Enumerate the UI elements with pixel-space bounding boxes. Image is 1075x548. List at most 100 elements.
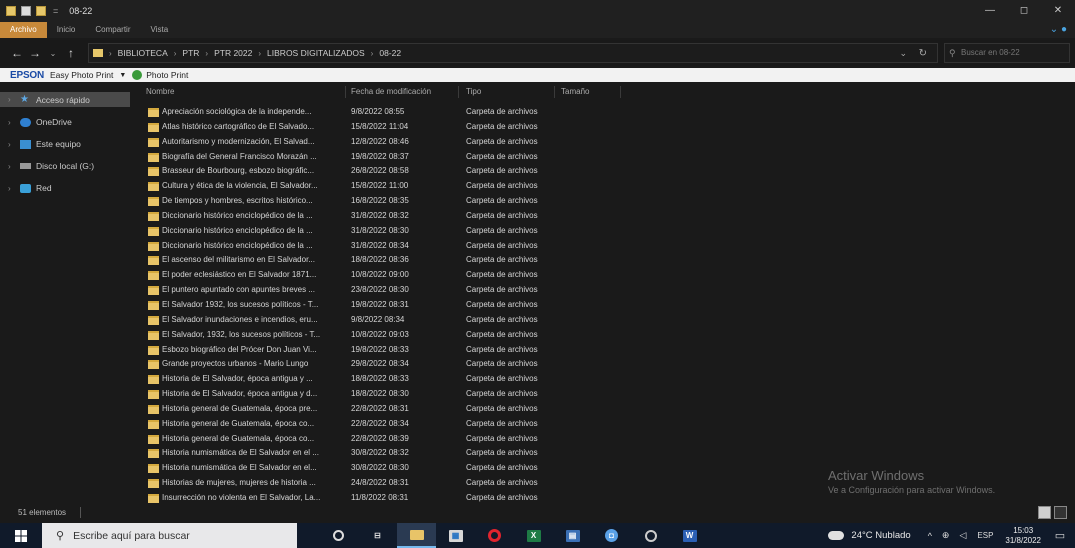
column-header-size[interactable]: Tamaño: [561, 87, 589, 96]
task-view-button[interactable]: ⊟: [358, 523, 397, 548]
expand-chevron-icon[interactable]: ›: [8, 184, 20, 193]
up-arrow-icon[interactable]: ↑: [62, 46, 80, 60]
column-divider[interactable]: [345, 86, 346, 98]
opera-button[interactable]: [475, 523, 514, 548]
sidebar-item-acceso-rapido[interactable]: › ★ Acceso rápido: [0, 92, 130, 107]
show-hidden-icons-chevron-icon[interactable]: ^: [928, 531, 932, 541]
customize-toolbar-icon[interactable]: =: [53, 6, 58, 16]
expand-chevron-icon[interactable]: ›: [8, 95, 20, 104]
minimize-button[interactable]: —: [973, 0, 1007, 22]
table-row[interactable]: El puntero apuntado con apuntes breves .…: [140, 283, 1075, 298]
new-folder-icon[interactable]: [36, 6, 46, 16]
table-row[interactable]: Cultura y ética de la violencia, El Salv…: [140, 179, 1075, 194]
ribbon-expand-icon[interactable]: ⌄ ●: [1050, 22, 1067, 38]
folder-icon: [93, 49, 103, 57]
expand-chevron-icon[interactable]: ›: [8, 118, 20, 127]
table-row[interactable]: El ascenso del militarismo en El Salvado…: [140, 253, 1075, 268]
file-rows: Apreciación sociológica de la independe.…: [140, 105, 1075, 506]
sidebar-item-onedrive[interactable]: › OneDrive: [0, 111, 138, 133]
recent-locations-chevron-icon[interactable]: ⌄: [44, 49, 62, 58]
excel-button[interactable]: X: [514, 523, 553, 548]
table-row[interactable]: El Salvador 1932, los sucesos políticos …: [140, 298, 1075, 313]
back-arrow-icon[interactable]: ←: [8, 46, 26, 60]
table-row[interactable]: Esbozo biográfico del Prócer Don Juan Vi…: [140, 343, 1075, 358]
file-name: Apreciación sociológica de la independe.…: [162, 107, 312, 116]
details-view-icon[interactable]: [1038, 506, 1051, 519]
input-language[interactable]: ESP: [977, 531, 993, 540]
table-row[interactable]: El Salvador, 1932, los sucesos políticos…: [140, 328, 1075, 343]
table-row[interactable]: De tiempos y hombres, escritos histórico…: [140, 194, 1075, 209]
camera-button[interactable]: [631, 523, 670, 548]
table-row[interactable]: Autoritarismo y modernización, El Salvad…: [140, 135, 1075, 150]
table-row[interactable]: Diccionario histórico enciclopédico de l…: [140, 239, 1075, 254]
easy-photo-print-dropdown-icon[interactable]: ▼: [119, 72, 126, 79]
word-button[interactable]: W: [670, 523, 709, 548]
folder-icon: [148, 375, 159, 385]
weather-widget[interactable]: 24°C Nublado: [828, 530, 911, 541]
column-header-type[interactable]: Tipo: [466, 87, 481, 96]
breadcrumb-08-22[interactable]: 08-22: [379, 48, 401, 58]
properties-icon[interactable]: [21, 6, 31, 16]
table-row[interactable]: El Salvador inundaciones e incendios, er…: [140, 313, 1075, 328]
zoom-button[interactable]: ◘: [592, 523, 631, 548]
table-row[interactable]: Historia general de Guatemala, época co.…: [140, 417, 1075, 432]
expand-chevron-icon[interactable]: ›: [8, 162, 20, 171]
table-row[interactable]: Diccionario histórico enciclopédico de l…: [140, 209, 1075, 224]
table-row[interactable]: Historia numismática de El Salvador en e…: [140, 446, 1075, 461]
breadcrumb-libros-digitalizados[interactable]: LIBROS DIGITALIZADOS: [267, 48, 365, 58]
easy-photo-print-button[interactable]: Easy Photo Print: [50, 70, 113, 80]
forward-arrow-icon[interactable]: →: [26, 46, 44, 60]
notifications-icon[interactable]: ▭: [1051, 529, 1069, 542]
taskbar-search-input[interactable]: ⚲ Escribe aquí para buscar: [42, 523, 297, 548]
cortana-button[interactable]: [319, 523, 358, 548]
table-row[interactable]: Diccionario histórico enciclopédico de l…: [140, 224, 1075, 239]
file-explorer-button[interactable]: [397, 523, 436, 548]
clock[interactable]: 15:03 31/8/2022: [1005, 526, 1041, 546]
table-row[interactable]: Apreciación sociológica de la independe.…: [140, 105, 1075, 120]
file-modified-date: 10/8/2022 09:00: [351, 270, 409, 280]
folder-icon: [148, 493, 159, 503]
large-icons-view-icon[interactable]: [1054, 506, 1067, 519]
column-divider[interactable]: [458, 86, 459, 98]
start-button[interactable]: [0, 523, 42, 548]
breadcrumb-ptr-2022[interactable]: PTR 2022: [214, 48, 252, 58]
breadcrumb-ptr[interactable]: PTR: [182, 48, 199, 58]
address-bar[interactable]: › BIBLIOTECA › PTR › PTR 2022 › LIBROS D…: [88, 43, 938, 63]
refresh-icon[interactable]: ↻: [919, 48, 927, 59]
column-header-name[interactable]: Nombre: [146, 87, 174, 96]
table-row[interactable]: Historia general de Guatemala, época pre…: [140, 402, 1075, 417]
maximize-button[interactable]: ◻: [1007, 0, 1041, 22]
table-row[interactable]: Atlas histórico cartográfico de El Salva…: [140, 120, 1075, 135]
tab-vista[interactable]: Vista: [141, 22, 179, 38]
sidebar-item-red[interactable]: › Red: [0, 177, 138, 199]
table-row[interactable]: Historia general de Guatemala, época co.…: [140, 432, 1075, 447]
breadcrumb-biblioteca[interactable]: BIBLIOTECA: [118, 48, 168, 58]
network-icon[interactable]: ⊕: [942, 530, 950, 541]
close-button[interactable]: ✕: [1041, 0, 1075, 22]
table-row[interactable]: Historia de El Salvador, época antigua y…: [140, 387, 1075, 402]
table-row[interactable]: Biografía del General Francisco Morazán …: [140, 150, 1075, 165]
tab-compartir[interactable]: Compartir: [85, 22, 140, 38]
expand-chevron-icon[interactable]: ›: [8, 140, 20, 149]
column-divider[interactable]: [620, 86, 621, 98]
table-row[interactable]: Brasseur de Bourbourg, esbozo biográfic.…: [140, 164, 1075, 179]
table-row[interactable]: Historia de El Salvador, época antigua y…: [140, 372, 1075, 387]
store-button[interactable]: ▦: [436, 523, 475, 548]
file-name: Autoritarismo y modernización, El Salvad…: [162, 136, 315, 146]
file-type: Carpeta de archivos: [466, 344, 538, 354]
photo-print-button[interactable]: Photo Print: [146, 70, 188, 80]
column-divider[interactable]: [554, 86, 555, 98]
search-input[interactable]: ⚲ Buscar en 08-22: [944, 43, 1070, 63]
table-row[interactable]: El poder eclesiástico en El Salvador 187…: [140, 268, 1075, 283]
tab-archivo[interactable]: Archivo: [0, 22, 47, 38]
file-modified-date: 30/8/2022 08:32: [351, 448, 409, 458]
table-row[interactable]: Grande proyectos urbanos - Mario Lungo 29…: [140, 357, 1075, 372]
tab-inicio[interactable]: Inicio: [47, 22, 86, 38]
sidebar-item-este-equipo[interactable]: › Este equipo: [0, 133, 138, 155]
column-header-modified[interactable]: Fecha de modificación: [351, 87, 431, 96]
calculator-button[interactable]: ▤: [553, 523, 592, 548]
address-dropdown-icon[interactable]: ⌄: [899, 48, 907, 59]
file-type: Carpeta de archivos: [466, 359, 538, 369]
volume-icon[interactable]: ◁: [959, 530, 966, 541]
sidebar-item-disco-local[interactable]: › Disco local (G:): [0, 155, 138, 177]
